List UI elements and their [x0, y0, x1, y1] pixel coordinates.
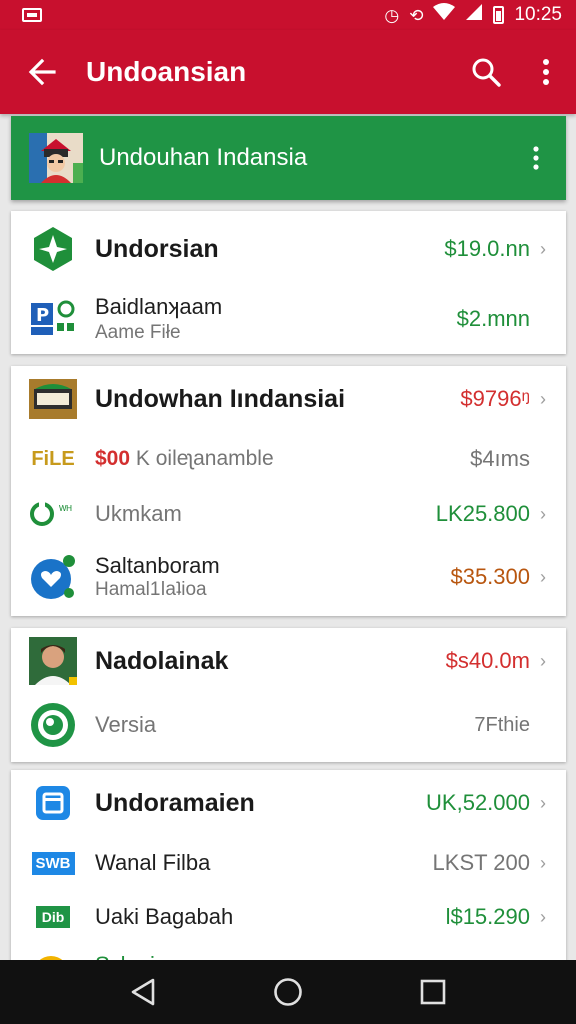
item-title: Versia [95, 712, 157, 737]
system-nav-bar [0, 960, 576, 1024]
account-card: Undowhan Iındansiai $9796ᵑ › FiLE $00 K o… [11, 366, 566, 616]
chevron-right-icon: › [540, 566, 546, 587]
signal-icon [465, 3, 483, 27]
person-avatar-icon [29, 637, 77, 685]
more-vert-icon [533, 146, 539, 170]
search-button[interactable] [456, 30, 516, 114]
item-title: Saltanboram [95, 553, 220, 578]
account-card: Undorsian $19.0.nn › P Baidlanʞaam Aame F… [11, 211, 566, 354]
more-options-button[interactable] [516, 30, 576, 114]
money-box-icon [29, 375, 77, 423]
green-ring-icon [29, 701, 77, 749]
chevron-right-icon: › [540, 792, 546, 813]
avatar-icon [29, 133, 83, 183]
item-title: Nadolainak [95, 646, 229, 675]
compass-star-icon [29, 225, 77, 273]
item-amount: $2.mnn [456, 306, 530, 331]
more-vert-icon [543, 59, 549, 85]
list-item[interactable]: Undoramaien UK,52.000 › [11, 770, 566, 836]
chevron-right-icon: › [540, 852, 546, 873]
nav-home-button[interactable] [258, 962, 318, 1022]
item-title: Undorsian [95, 234, 219, 263]
list-item[interactable]: Versia 7Fthie› [11, 694, 566, 756]
list-item[interactable]: FiLE $00 K oileʅanamble $4ıms› [11, 432, 566, 486]
sync-icon: ⟲ [409, 5, 424, 25]
item-amount: l$15.290 [445, 904, 530, 929]
account-card: Undoramaien UK,52.000 › SWB Wanal Filba L… [11, 770, 566, 984]
nav-recents-button[interactable] [403, 962, 463, 1022]
list-item[interactable]: Nadolainak $s40.0m › [11, 628, 566, 694]
item-subtitle: Hamal1ǀaʇioa [95, 579, 207, 600]
account-banner[interactable]: Undouhan Indansia [11, 116, 566, 200]
battery-icon [493, 6, 505, 24]
back-button[interactable] [0, 30, 84, 114]
item-title: Baidlanʞaam [95, 294, 223, 319]
status-time: 10:25 [514, 4, 562, 25]
list-item[interactable]: Undowhan Iındansiai $9796ᵑ › [11, 366, 566, 432]
nav-back-icon [131, 978, 154, 1006]
dib-badge-icon: Dib [29, 893, 77, 941]
item-amount: LK25.800 [435, 501, 530, 526]
blue-window-icon [29, 779, 77, 827]
banner-title: Undouhan Indansia [99, 144, 308, 171]
list-item[interactable]: ᵂᴴ Ukmkam LK25.800 › [11, 486, 566, 542]
item-title: K oileʅanamble [135, 447, 274, 470]
refresh-badge-icon: ᵂᴴ [29, 490, 77, 538]
item-title: Undoramaien [95, 788, 255, 817]
heart-circle-icon [29, 553, 77, 601]
list-item[interactable]: SWB Wanal Filba LKST 200 › [11, 836, 566, 890]
item-title: Wanal Filba [95, 850, 211, 875]
parking-badge-icon: P [29, 295, 77, 343]
item-amount: $s40.0m [445, 648, 530, 673]
chevron-right-icon: › [540, 238, 546, 259]
file-label-icon: FiLE [31, 447, 75, 470]
arrow-back-icon [28, 58, 56, 86]
item-amount: $19.0.nn [444, 236, 530, 261]
chevron-right-icon: › [540, 906, 546, 927]
item-title: Uaki Bagabah [95, 904, 234, 929]
list-item[interactable]: Dib Uaki Bagabah l$15.290 › [11, 890, 566, 944]
banner-more-button[interactable] [506, 116, 566, 200]
nav-recents-icon [421, 979, 446, 1005]
wifi-icon [433, 3, 456, 27]
status-bar: ◷ ⟲ 10:25 [0, 0, 576, 30]
list-item[interactable]: Undorsian $19.0.nn › [11, 211, 566, 287]
list-item[interactable]: Saltanboram Hamal1ǀaʇioa $35.300 › [11, 542, 566, 612]
item-subtitle: Aame Fiłe [95, 322, 181, 343]
item-amount: $35.300 [450, 564, 530, 589]
item-title: Ukmkam [95, 501, 182, 526]
svg-text:P: P [36, 305, 49, 326]
swb-badge-icon: SWB [29, 839, 77, 887]
nav-back-button[interactable] [113, 962, 173, 1022]
chevron-right-icon: › [540, 503, 546, 524]
search-icon [472, 58, 501, 87]
item-prefix: $00 [95, 447, 131, 470]
account-card: Nadolainak $s40.0m › Versia 7Fthie› [11, 628, 566, 762]
alarm-icon: ◷ [384, 5, 400, 25]
item-title: Undowhan Iındansiai [95, 384, 346, 413]
nav-home-icon [274, 978, 302, 1006]
chevron-right-icon: › [540, 650, 546, 671]
item-amount: LKST 200 [432, 850, 530, 875]
list-item[interactable]: P Baidlanʞaam Aame Fiłe $2.mnn› [11, 287, 566, 351]
item-amount: $4ıms [470, 446, 530, 471]
item-amount: UK,52.000 [426, 790, 530, 815]
app-bar: Undoansian [0, 30, 576, 114]
item-amount: $9796ᵑ [460, 386, 530, 411]
chevron-right-icon: › [540, 388, 546, 409]
notification-icon [22, 8, 42, 22]
page-title: Undoansian [86, 56, 247, 87]
item-amount: 7Fthie [474, 713, 530, 736]
